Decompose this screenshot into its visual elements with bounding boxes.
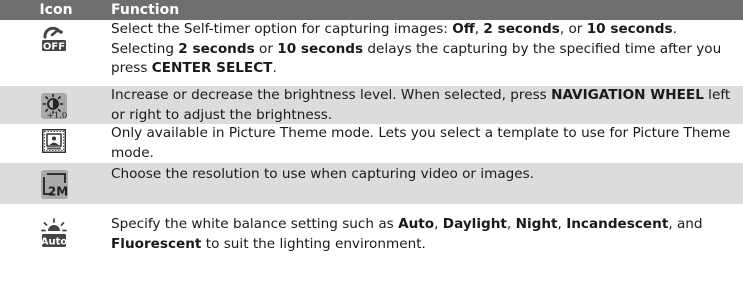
white-balance-auto-icon: Auto (41, 218, 67, 248)
table-header: Icon Function (0, 0, 743, 20)
emphasis-text: Off (452, 21, 475, 37)
self-timer-icon-text: OFF (43, 42, 65, 53)
description-text: Choose the resolution to use when captur… (111, 166, 535, 182)
description-text: , (506, 216, 516, 232)
description-text: . (272, 60, 277, 76)
description-text: Specify the white balance setting such a… (111, 216, 399, 232)
emphasis-text: Daylight (442, 216, 507, 232)
brightness-icon: +1.0 (41, 93, 67, 119)
resolution-icon-label: 2M (47, 185, 67, 199)
description-text: , or (559, 21, 587, 37)
emphasis-text: Fluorescent (111, 235, 202, 252)
resolution-icon: 2M (40, 170, 68, 199)
row-description: Choose the resolution to use when captur… (108, 163, 743, 204)
row-description: Specify the white balance setting such a… (108, 204, 743, 263)
emphasis-text: Incandescent (566, 216, 669, 232)
header-icon: Icon (39, 2, 73, 18)
emphasis-text: Night (515, 216, 558, 232)
row-description: Select the Self-timer option for capturi… (108, 20, 743, 86)
function-table: Icon Function OFF Select the Self-timer … (0, 0, 743, 263)
emphasis-text: NAVIGATION WHEEL (551, 87, 704, 103)
description-text: , and (668, 216, 703, 232)
emphasis-text: 2 seconds (483, 21, 560, 37)
row-description: Only available in Picture Theme mode. Le… (108, 124, 743, 163)
table-row: Auto Specify the white balance setting s… (0, 204, 743, 263)
emphasis-text: CENTER SELECT (151, 60, 273, 76)
description-text: , (434, 216, 443, 232)
description-text: Increase or decrease the brightness leve… (111, 87, 552, 103)
emphasis-text: 10 seconds (586, 21, 673, 37)
table-row: 2M Choose the resolution to use when cap… (0, 163, 743, 204)
emphasis-text: 2 seconds (178, 40, 255, 57)
description-text: to suit the lighting environment. (201, 235, 426, 252)
table-row: Only available in Picture Theme mode. Le… (0, 124, 743, 163)
header-function: Function (111, 2, 180, 18)
description-text: or (254, 40, 278, 57)
description-text: , (557, 216, 567, 232)
description-text: Only available in Picture Theme mode. Le… (111, 125, 731, 161)
self-timer-off-icon: OFF (41, 26, 67, 52)
emphasis-text: Auto (398, 216, 435, 232)
description-text: Select the Self-timer option for capturi… (111, 21, 453, 37)
brightness-icon-label: +1.0 (47, 111, 67, 119)
row-description: Increase or decrease the brightness leve… (108, 86, 743, 124)
picture-theme-icon (42, 129, 66, 153)
table-row: OFF Select the Self-timer option for cap… (0, 20, 743, 86)
table-row: +1.0 Increase or decrease the brightness… (0, 86, 743, 124)
white-balance-icon-label: Auto (41, 237, 67, 248)
emphasis-text: 10 seconds (277, 40, 364, 57)
